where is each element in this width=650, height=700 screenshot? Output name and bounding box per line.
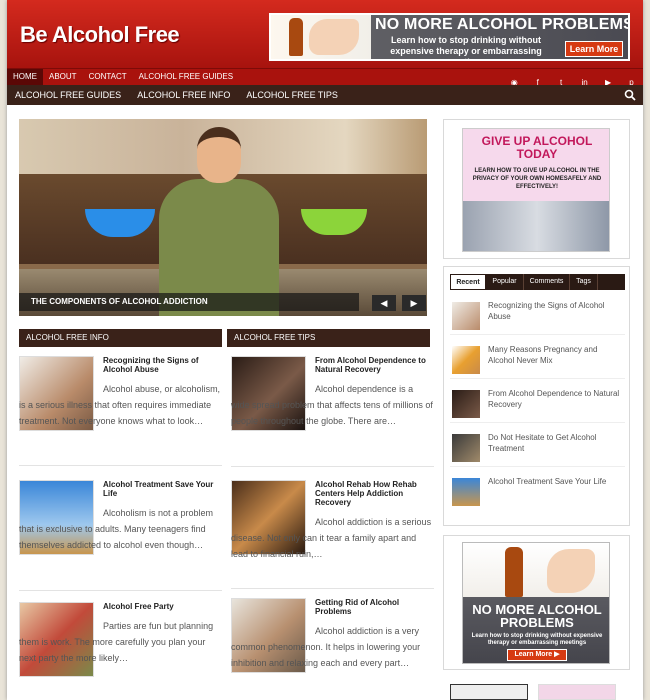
- nav2-item-info[interactable]: ALCOHOL FREE INFO: [129, 85, 238, 105]
- sidebar-recent-item[interactable]: From Alcohol Dependence to Natural Recov…: [450, 385, 625, 423]
- hand-image: [309, 19, 359, 55]
- primary-nav: HOME ABOUT CONTACT ALCOHOL FREE GUIDES ◉…: [7, 68, 643, 87]
- sidebar-ad-top-photo: [463, 201, 609, 251]
- post-title[interactable]: Recognizing the Signs of Alcohol Abuse: [103, 356, 222, 374]
- section-header-info[interactable]: ALCOHOL FREE INFO: [19, 329, 222, 347]
- section-header-tips[interactable]: ALCOHOL FREE TIPS: [227, 329, 430, 347]
- post-excerpt: Alcohol addiction is a very common pheno…: [231, 626, 421, 668]
- post-excerpt: Alcohol addiction is a serious disease. …: [231, 517, 432, 559]
- post-excerpt: Alcohol dependence is a wide spread prob…: [231, 384, 433, 426]
- post-title[interactable]: Alcohol Rehab How Rehab Centers Help Add…: [315, 480, 434, 507]
- sidebar-thumbnail[interactable]: [452, 434, 480, 462]
- header-ad-subline: Learn how to stop drinking without expen…: [390, 35, 542, 59]
- featured-slider[interactable]: THE COMPONENTS OF ALCOHOL ADDICTION ◀ ▶: [19, 119, 427, 316]
- post-excerpt: Parties are fun but planning them is wor…: [19, 621, 214, 663]
- tab-recent[interactable]: Recent: [450, 274, 486, 290]
- tab-comments[interactable]: Comments: [524, 274, 570, 290]
- sidebar-thumbnail[interactable]: [452, 302, 480, 330]
- tab-tags[interactable]: Tags: [570, 274, 598, 290]
- sidebar-recent-item[interactable]: Many Reasons Pregnancy and Alcohol Never…: [450, 341, 625, 379]
- sidebar-ad-top[interactable]: GIVE UP ALCOHOL TODAY LEARN HOW TO GIVE …: [443, 119, 630, 259]
- sidebar-thumbnail[interactable]: [452, 390, 480, 418]
- sidebar-recent-title[interactable]: Do Not Hesitate to Get Alcohol Treatment: [488, 432, 625, 454]
- sidebar-recent-title[interactable]: From Alcohol Dependence to Natural Recov…: [488, 388, 625, 410]
- slider-caption[interactable]: THE COMPONENTS OF ALCOHOL ADDICTION: [19, 293, 359, 311]
- nav2-item-guides[interactable]: ALCOHOL FREE GUIDES: [7, 85, 129, 105]
- sidebar-ad-top-body: LEARN HOW TO GIVE UP ALCOHOL IN THE PRIV…: [472, 168, 602, 190]
- bottom-ad-fragment[interactable]: [538, 684, 616, 700]
- slider-prev-button[interactable]: ◀: [372, 295, 396, 311]
- bottom-ad-fragment[interactable]: [450, 684, 528, 700]
- nav2-item-tips[interactable]: ALCOHOL FREE TIPS: [238, 85, 346, 105]
- sidebar-ad-top-headline: GIVE UP ALCOHOL TODAY: [481, 134, 593, 161]
- divider: [231, 588, 434, 589]
- sidebar-recent-title[interactable]: Recognizing the Signs of Alcohol Abuse: [488, 300, 625, 322]
- sidebar-recent-item[interactable]: Alcohol Treatment Save Your Life: [450, 473, 625, 511]
- post-title[interactable]: From Alcohol Dependence to Natural Recov…: [315, 356, 434, 374]
- sidebar-thumbnail[interactable]: [452, 346, 480, 374]
- nav-item-contact[interactable]: CONTACT: [83, 69, 133, 85]
- search-icon[interactable]: [624, 89, 636, 101]
- tab-popular[interactable]: Popular: [486, 274, 524, 290]
- post-title[interactable]: Alcohol Free Party: [103, 602, 222, 611]
- sidebar-thumbnail[interactable]: [452, 478, 480, 506]
- page: Be Alcohol Free NO MORE ALCOHOL PROBLEMS…: [7, 0, 643, 700]
- sidebar-recent-item[interactable]: Recognizing the Signs of Alcohol Abuse: [450, 297, 625, 335]
- secondary-nav: ALCOHOL FREE GUIDES ALCOHOL FREE INFO AL…: [7, 85, 643, 105]
- hand-image: [547, 549, 595, 593]
- post-excerpt: Alcoholism is not a problem that is excl…: [19, 508, 214, 550]
- post-title[interactable]: Getting Rid of Alcohol Problems: [315, 598, 434, 616]
- sidebar-recent-title[interactable]: Alcohol Treatment Save Your Life: [488, 476, 625, 487]
- sidebar-recent-title[interactable]: Many Reasons Pregnancy and Alcohol Never…: [488, 344, 625, 366]
- sidebar-ad-bottom-subline: Learn how to stop drinking without expen…: [471, 633, 603, 646]
- post-excerpt: Alcohol abuse, or alcoholism, is a serio…: [19, 384, 221, 426]
- nav-item-about[interactable]: ABOUT: [43, 69, 83, 85]
- site-header: Be Alcohol Free NO MORE ALCOHOL PROBLEMS…: [7, 0, 643, 68]
- sidebar-ad-bottom[interactable]: NO MORE ALCOHOL PROBLEMS Learn how to st…: [443, 535, 630, 670]
- header-ad-banner[interactable]: NO MORE ALCOHOL PROBLEMS Learn how to st…: [269, 13, 630, 61]
- header-ad-learn-more-button[interactable]: Learn More ▶: [565, 41, 623, 59]
- slider-next-button[interactable]: ▶: [402, 295, 426, 311]
- sidebar-ad-learn-more-button[interactable]: Learn More ▶: [507, 649, 567, 661]
- post-title[interactable]: Alcohol Treatment Save Your Life: [103, 480, 222, 498]
- sidebar-ad-bottom-banner[interactable]: NO MORE ALCOHOL PROBLEMS Learn how to st…: [462, 542, 610, 664]
- sidebar-ad-top-banner[interactable]: GIVE UP ALCOHOL TODAY LEARN HOW TO GIVE …: [462, 128, 610, 252]
- tabs-widget: Recent Popular Comments Tags Recognizing…: [443, 266, 630, 526]
- slider-image-bartender: [159, 127, 279, 316]
- header-ad-headline: NO MORE ALCOHOL PROBLEMS: [375, 16, 630, 33]
- sidebar-ad-bottom-headline: NO MORE ALCOHOL PROBLEMS: [472, 602, 602, 630]
- bottle-image: [289, 18, 303, 56]
- nav-item-alcohol-free-guides[interactable]: ALCOHOL FREE GUIDES: [133, 69, 239, 85]
- site-logo[interactable]: Be Alcohol Free: [20, 22, 180, 48]
- tab-bar: Recent Popular Comments Tags: [450, 274, 625, 290]
- divider: [19, 590, 222, 591]
- divider: [19, 465, 222, 466]
- sidebar-recent-item[interactable]: Do Not Hesitate to Get Alcohol Treatment: [450, 429, 625, 467]
- bottle-image: [505, 547, 523, 597]
- divider: [231, 466, 434, 467]
- nav-item-home[interactable]: HOME: [7, 69, 43, 85]
